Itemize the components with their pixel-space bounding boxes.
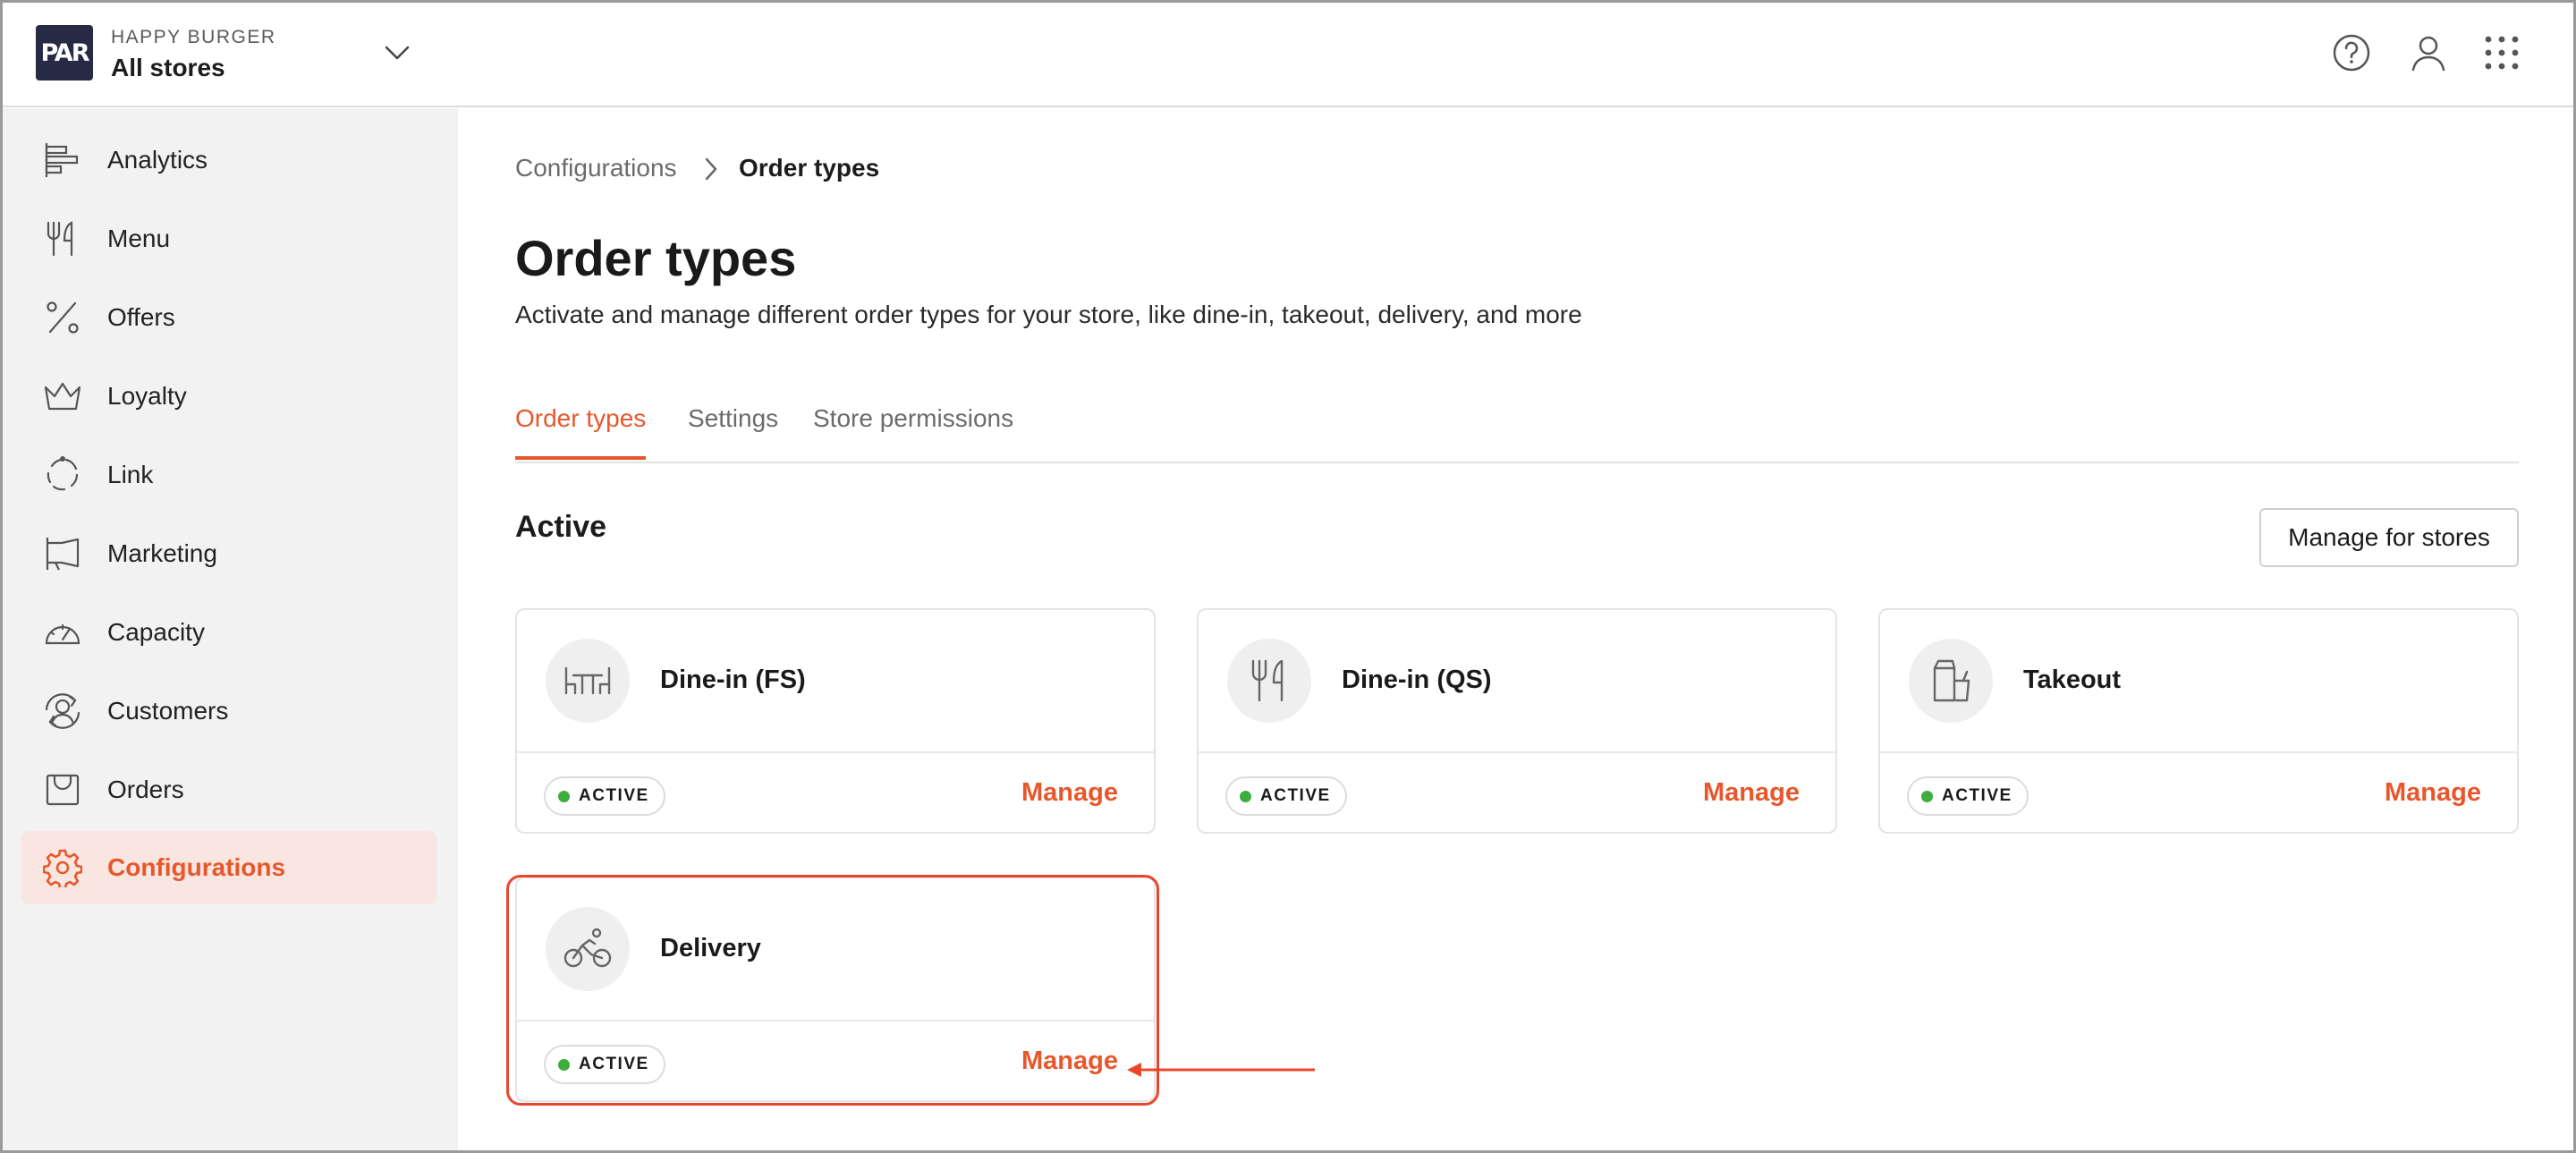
table-icon xyxy=(564,666,611,695)
megaphone-icon xyxy=(46,538,80,571)
store-selector-label[interactable]: All stores xyxy=(111,54,225,82)
arrow-left-icon xyxy=(1127,1063,1315,1077)
card-icon xyxy=(1909,639,1993,723)
crown-icon xyxy=(44,382,81,411)
tab-store-permissions[interactable]: Store permissions xyxy=(813,404,1013,456)
sidebar-item-link[interactable]: Link xyxy=(21,438,436,512)
tab-bar: Order types Settings Store permissions xyxy=(515,401,2519,463)
breadcrumb-configurations[interactable]: Configurations xyxy=(515,154,677,182)
sidebar-item-label: Link xyxy=(107,461,154,488)
status-dot-icon xyxy=(1921,790,1933,802)
status-badge: ACTIVE xyxy=(1225,776,1347,816)
card-title: Delivery xyxy=(660,934,761,962)
sidebar-item-offers[interactable]: Offers xyxy=(21,281,436,354)
sidebar-item-marketing[interactable]: Marketing xyxy=(21,517,436,590)
analytics-icon xyxy=(45,143,79,177)
status-badge: ACTIVE xyxy=(544,776,665,816)
logo-text: PAR xyxy=(40,38,90,67)
status-text: ACTIVE xyxy=(1942,786,2012,805)
link-circle-icon xyxy=(47,456,79,491)
card-icon xyxy=(546,907,630,991)
fork-knife-icon xyxy=(47,221,73,257)
brand-name: HAPPY BURGER xyxy=(111,27,276,47)
status-text: ACTIVE xyxy=(1260,786,1331,805)
manage-link[interactable]: Manage xyxy=(1021,1047,1118,1076)
card-title: Dine-in (QS) xyxy=(1342,666,1492,694)
tab-settings[interactable]: Settings xyxy=(688,404,778,456)
user-icon[interactable] xyxy=(2408,32,2449,73)
sidebar-item-label: Offers xyxy=(107,303,175,331)
section-title-active: Active xyxy=(515,510,607,544)
card-title: Dine-in (FS) xyxy=(660,666,806,694)
sidebar-item-label: Orders xyxy=(107,776,184,803)
sidebar-item-loyalty[interactable]: Loyalty xyxy=(21,360,436,433)
apps-grid-icon[interactable] xyxy=(2481,32,2522,73)
help-icon[interactable] xyxy=(2331,32,2372,73)
sidebar-item-label: Configurations xyxy=(107,853,286,881)
page-title: Order types xyxy=(515,230,797,286)
breadcrumb-current: Order types xyxy=(739,154,880,182)
page-subtitle: Activate and manage different order type… xyxy=(515,301,1582,328)
chevron-down-icon[interactable] xyxy=(381,39,413,66)
sidebar-item-capacity[interactable]: Capacity xyxy=(21,596,436,669)
fork-knife-icon xyxy=(1251,659,1284,702)
order-type-card-takeout: Takeout ACTIVE Manage xyxy=(1878,608,2519,834)
sidebar-item-orders[interactable]: Orders xyxy=(21,753,436,827)
manage-for-stores-button[interactable]: Manage for stores xyxy=(2259,508,2519,567)
card-icon xyxy=(1227,639,1311,723)
gauge-icon xyxy=(45,623,80,645)
chevron-right-icon xyxy=(705,157,717,181)
card-title: Takeout xyxy=(2023,666,2122,694)
sidebar-item-label: Analytics xyxy=(107,146,208,174)
order-type-card-dine-in-qs: Dine-in (QS) ACTIVE Manage xyxy=(1197,608,1837,834)
top-bar: PAR HAPPY BURGER All stores xyxy=(0,0,2576,107)
manage-link[interactable]: Manage xyxy=(1703,778,1800,808)
sidebar-item-label: Capacity xyxy=(107,618,205,646)
sidebar-item-label: Customers xyxy=(107,697,229,725)
status-dot-icon xyxy=(558,790,570,802)
status-badge: ACTIVE xyxy=(544,1045,665,1084)
sidebar-item-analytics[interactable]: Analytics xyxy=(21,123,436,197)
status-text: ACTIVE xyxy=(579,1055,649,1073)
order-type-card-dine-in-fs: Dine-in (FS) ACTIVE Manage xyxy=(515,608,1156,834)
status-text: ACTIVE xyxy=(579,786,649,805)
sidebar-item-label: Loyalty xyxy=(107,382,187,410)
tab-order-types[interactable]: Order types xyxy=(515,404,647,460)
status-badge: ACTIVE xyxy=(1907,776,2029,816)
takeout-bag-icon xyxy=(1933,659,1970,702)
sidebar-item-configurations[interactable]: Configurations xyxy=(21,831,436,904)
order-type-card-delivery: Delivery ACTIVE Manage xyxy=(515,877,1156,1102)
sidebar-item-label: Menu xyxy=(107,225,171,252)
gear-icon xyxy=(43,849,82,887)
customers-icon xyxy=(45,693,80,729)
status-dot-icon xyxy=(1240,790,1251,802)
card-icon xyxy=(546,639,630,723)
sidebar: Analytics Menu Offers Loyalty Link Marke… xyxy=(0,108,458,1153)
manage-link[interactable]: Manage xyxy=(1021,778,1118,808)
sidebar-item-label: Marketing xyxy=(107,539,217,567)
percent-icon xyxy=(47,301,79,334)
status-dot-icon xyxy=(558,1058,570,1071)
bicycle-icon xyxy=(564,928,612,968)
par-logo: PAR xyxy=(36,25,93,81)
sidebar-item-menu[interactable]: Menu xyxy=(21,202,436,276)
orders-icon xyxy=(46,774,80,806)
sidebar-item-customers[interactable]: Customers xyxy=(21,674,436,748)
manage-link[interactable]: Manage xyxy=(2385,778,2481,808)
